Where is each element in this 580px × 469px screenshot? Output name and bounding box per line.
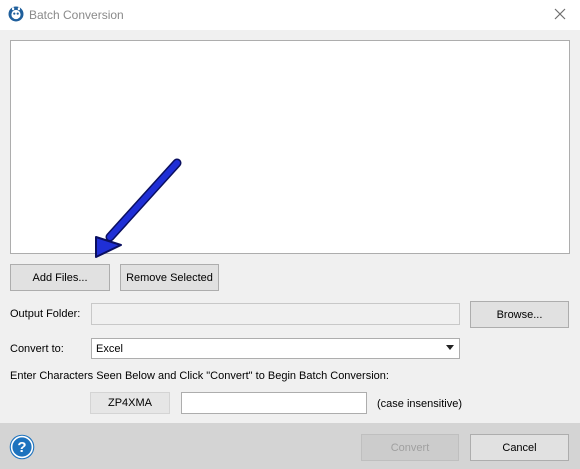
close-icon bbox=[554, 8, 566, 20]
convert-to-select[interactable]: Excel bbox=[91, 338, 460, 359]
remove-selected-button[interactable]: Remove Selected bbox=[120, 264, 219, 291]
dropdown-arrow-icon bbox=[446, 345, 454, 350]
window-title: Batch Conversion bbox=[29, 8, 124, 22]
captcha-input[interactable] bbox=[181, 392, 367, 414]
file-list[interactable] bbox=[10, 40, 570, 254]
browse-button[interactable]: Browse... bbox=[470, 301, 569, 328]
convert-to-label: Convert to: bbox=[10, 343, 64, 355]
help-icon[interactable]: ? bbox=[9, 434, 35, 460]
output-folder-field[interactable] bbox=[91, 303, 460, 325]
add-files-button[interactable]: Add Files... bbox=[10, 264, 110, 291]
app-logo-icon bbox=[8, 6, 24, 22]
convert-to-value: Excel bbox=[96, 342, 123, 355]
captcha-instruction: Enter Characters Seen Below and Click "C… bbox=[10, 370, 389, 382]
captcha-hint: (case insensitive) bbox=[377, 398, 462, 410]
output-folder-label: Output Folder: bbox=[10, 308, 81, 320]
captcha-code: ZP4XMA bbox=[90, 392, 170, 414]
svg-text:?: ? bbox=[17, 439, 26, 456]
close-button[interactable] bbox=[540, 0, 580, 28]
title-bar: Batch Conversion bbox=[0, 0, 580, 30]
cancel-button[interactable]: Cancel bbox=[470, 434, 569, 461]
convert-button[interactable]: Convert bbox=[361, 434, 459, 461]
